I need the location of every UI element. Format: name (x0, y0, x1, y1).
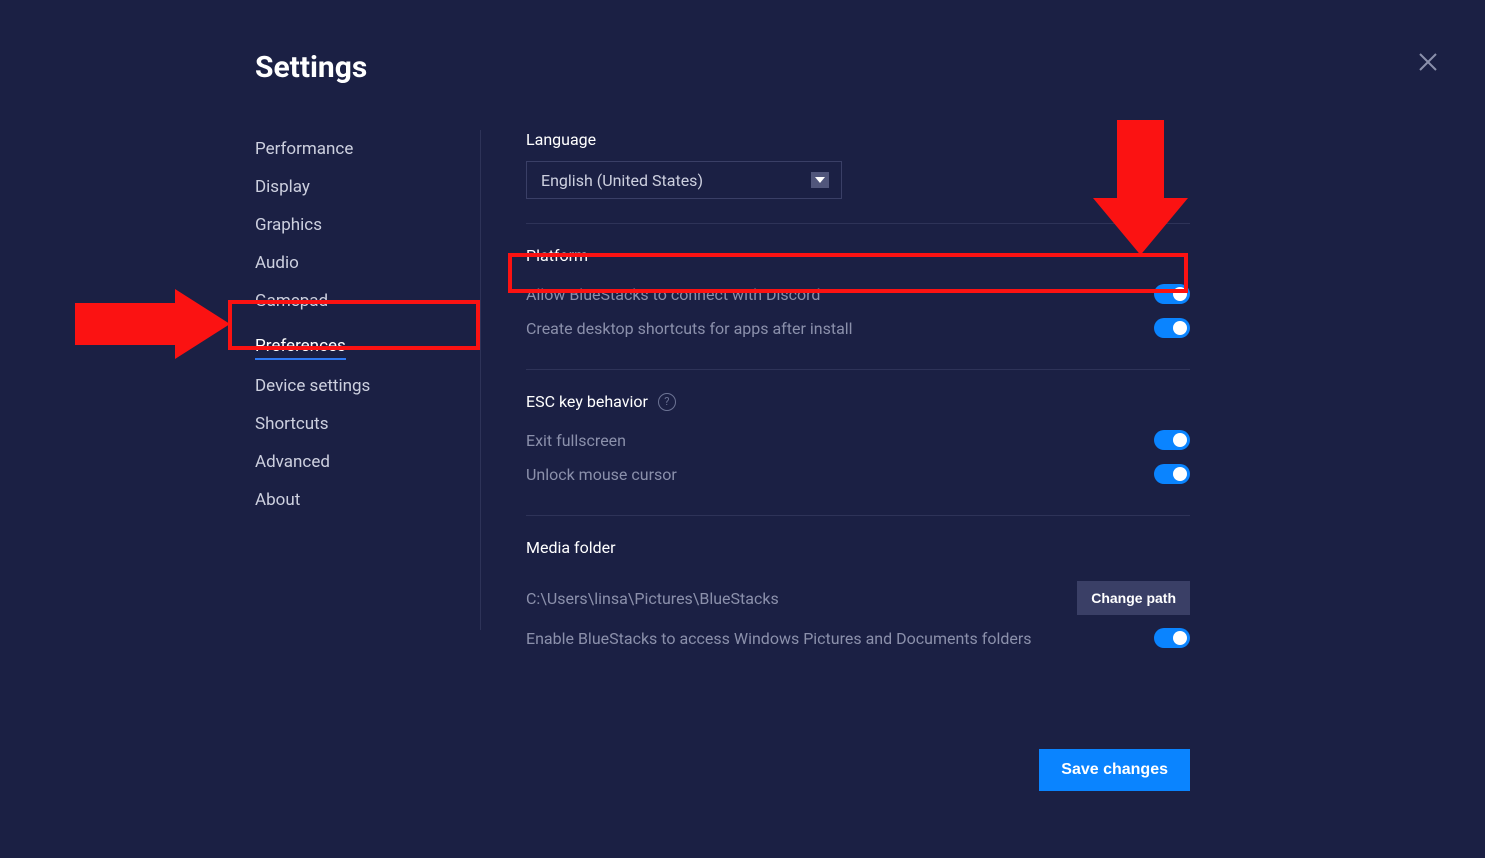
sidebar-item-performance[interactable]: Performance (255, 130, 353, 168)
page-title: Settings (255, 50, 1485, 85)
question-icon[interactable]: ? (658, 393, 676, 411)
sidebar-item-device-settings[interactable]: Device settings (255, 367, 370, 405)
enable-folder-access-label: Enable BlueStacks to access Windows Pict… (526, 629, 1032, 648)
vertical-divider (480, 130, 481, 630)
divider (526, 223, 1190, 224)
divider (526, 515, 1190, 516)
unlock-mouse-label: Unlock mouse cursor (526, 465, 677, 484)
enable-folder-access-toggle[interactable] (1154, 628, 1190, 648)
change-path-button[interactable]: Change path (1077, 581, 1190, 615)
exit-fullscreen-label: Exit fullscreen (526, 431, 626, 450)
desktop-shortcuts-toggle[interactable] (1154, 318, 1190, 338)
sidebar-item-preferences[interactable]: Preferences (255, 327, 346, 360)
sidebar-item-display[interactable]: Display (255, 168, 310, 206)
desktop-shortcuts-label: Create desktop shortcuts for apps after … (526, 319, 853, 338)
annotation-arrow-left-icon (75, 289, 230, 363)
language-dropdown[interactable]: English (United States) (526, 161, 842, 199)
close-icon[interactable] (1416, 50, 1440, 74)
sidebar-item-gamepad[interactable]: Gamepad (255, 282, 328, 320)
discord-toggle[interactable] (1154, 284, 1190, 304)
esc-behavior-label: ESC key behavior (526, 392, 648, 411)
main-content: Language English (United States) Platfor… (526, 130, 1485, 655)
language-selected: English (United States) (541, 171, 703, 190)
exit-fullscreen-toggle[interactable] (1154, 430, 1190, 450)
sidebar-item-graphics[interactable]: Graphics (255, 206, 322, 244)
sidebar: Performance Display Graphics Audio Gamep… (255, 130, 480, 655)
sidebar-item-advanced[interactable]: Advanced (255, 443, 330, 481)
sidebar-item-about[interactable]: About (255, 481, 300, 519)
divider (526, 369, 1190, 370)
language-label: Language (526, 130, 1190, 149)
discord-connect-label: Allow BlueStacks to connect with Discord (526, 285, 820, 304)
chevron-down-icon (811, 172, 829, 188)
sidebar-item-audio[interactable]: Audio (255, 244, 299, 282)
media-folder-path: C:\Users\linsa\Pictures\BlueStacks (526, 589, 779, 608)
unlock-mouse-toggle[interactable] (1154, 464, 1190, 484)
save-changes-button[interactable]: Save changes (1039, 749, 1190, 791)
media-folder-label: Media folder (526, 538, 1190, 557)
sidebar-item-shortcuts[interactable]: Shortcuts (255, 405, 329, 443)
annotation-arrow-down-icon (1093, 120, 1188, 259)
platform-label: Platform (526, 246, 1190, 265)
